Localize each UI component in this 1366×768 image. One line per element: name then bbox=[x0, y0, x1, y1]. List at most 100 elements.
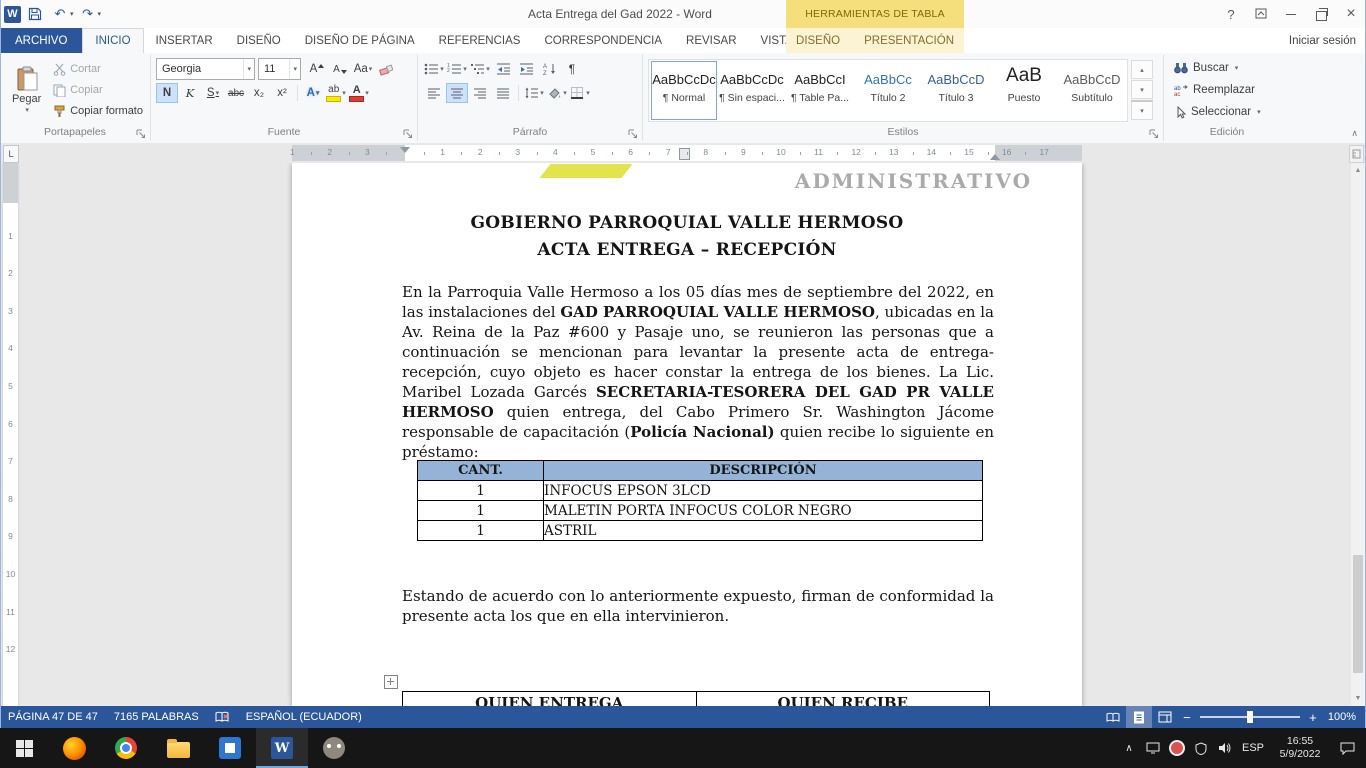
items-table[interactable]: CANT. DESCRIPCIÓN 1 INFOCUS EPSON 3LCD 1… bbox=[417, 460, 983, 541]
tab-selector[interactable]: L bbox=[3, 145, 19, 163]
qat-customize-icon[interactable]: ▾ bbox=[98, 10, 102, 18]
tab-insertar[interactable]: INSERTAR bbox=[144, 28, 225, 53]
show-paragraph-marks-button[interactable]: ¶ bbox=[561, 59, 583, 79]
redo-button[interactable]: ↷ bbox=[77, 3, 99, 25]
tab-revisar[interactable]: REVISAR bbox=[674, 28, 749, 53]
ribbon-display-options-button[interactable] bbox=[1246, 0, 1276, 28]
tray-app-icon[interactable] bbox=[1166, 734, 1188, 762]
vertical-scrollbar[interactable]: ▲ ▼ bbox=[1351, 163, 1365, 706]
align-right-button[interactable] bbox=[469, 83, 491, 103]
tab-archivo[interactable]: ARCHIVO bbox=[0, 28, 82, 53]
sign-in-link[interactable]: Iniciar sesión bbox=[1289, 28, 1356, 53]
print-layout-button[interactable] bbox=[1126, 706, 1152, 728]
line-spacing-button[interactable]: ▾ bbox=[523, 83, 545, 103]
styles-scroll-up-button[interactable]: ▴ bbox=[1131, 60, 1153, 79]
grow-font-button[interactable]: A bbox=[306, 59, 328, 79]
font-name-combobox[interactable]: Georgia ▾ bbox=[156, 58, 255, 80]
tab-referencias[interactable]: REFERENCIAS bbox=[427, 28, 533, 53]
clipboard-dialog-launcher[interactable] bbox=[136, 129, 147, 140]
font-size-combobox[interactable]: 11 ▾ bbox=[258, 58, 301, 80]
tray-display-icon[interactable] bbox=[1142, 734, 1164, 762]
zoom-out-button[interactable]: − bbox=[1178, 706, 1196, 728]
read-mode-button[interactable] bbox=[1100, 706, 1126, 728]
cut-button[interactable]: Cortar bbox=[50, 59, 146, 79]
find-button[interactable]: Buscar ▾ bbox=[1169, 58, 1266, 78]
zoom-slider-handle[interactable] bbox=[1247, 711, 1253, 723]
paragraph-dialog-launcher[interactable] bbox=[628, 129, 639, 140]
taskbar-chrome-button[interactable] bbox=[100, 728, 152, 768]
close-button[interactable]: × bbox=[1336, 0, 1366, 28]
help-button[interactable]: ? bbox=[1216, 0, 1246, 28]
justify-button[interactable] bbox=[492, 83, 514, 103]
strikethrough-button[interactable]: abc bbox=[225, 83, 247, 103]
font-dialog-launcher[interactable] bbox=[403, 129, 414, 140]
taskbar-word-button[interactable]: W bbox=[256, 728, 308, 768]
document-page[interactable]: ADMINISTRATIVO GOBIERNO PARROQUIAL VALLE… bbox=[292, 163, 1082, 706]
style-item-subtitle[interactable]: AaBbCcD Subtítulo bbox=[1059, 61, 1125, 120]
paste-button[interactable]: Pegar ▾ bbox=[5, 56, 48, 124]
styles-more-button[interactable]: ▾ bbox=[1131, 100, 1153, 120]
word-count[interactable]: 7165 PALABRAS bbox=[106, 706, 207, 728]
tray-expand-button[interactable]: ∧ bbox=[1118, 734, 1140, 762]
zoom-slider[interactable] bbox=[1200, 716, 1300, 718]
superscript-button[interactable]: x² bbox=[271, 83, 293, 103]
borders-button[interactable]: ▾ bbox=[569, 83, 591, 103]
taskbar-clock[interactable]: 16:55 5/9/2022 bbox=[1270, 735, 1330, 761]
vertical-ruler[interactable]: 123456789101112 bbox=[3, 163, 18, 706]
tab-diseno[interactable]: DISEÑO bbox=[225, 28, 293, 53]
zoom-in-button[interactable]: + bbox=[1304, 706, 1322, 728]
style-item-no-spacing[interactable]: AaBbCcDc ¶ Sin espaci... bbox=[719, 61, 785, 120]
select-button[interactable]: Seleccionar ▾ bbox=[1169, 102, 1266, 122]
text-effects-button[interactable]: A▾ bbox=[302, 83, 324, 103]
proofing-status[interactable] bbox=[207, 706, 238, 728]
underline-button[interactable]: S▾ bbox=[202, 83, 224, 103]
page-indicator[interactable]: PÁGINA 47 DE 47 bbox=[0, 706, 106, 728]
scrollbar-thumb[interactable] bbox=[1353, 555, 1363, 673]
collapse-ribbon-button[interactable]: ∧ bbox=[1351, 128, 1358, 139]
tray-volume-icon[interactable] bbox=[1214, 734, 1236, 762]
horizontal-ruler[interactable]: L 3211234567891011121314151617 bbox=[0, 143, 1366, 163]
bullets-button[interactable]: ▾ bbox=[423, 59, 445, 79]
shading-button[interactable]: ▾ bbox=[546, 83, 568, 103]
taskbar-gimp-button[interactable] bbox=[308, 728, 360, 768]
scroll-down-button[interactable]: ▼ bbox=[1351, 691, 1365, 706]
shrink-font-button[interactable]: A bbox=[329, 59, 351, 79]
align-center-button[interactable] bbox=[446, 83, 468, 103]
restore-button[interactable] bbox=[1306, 0, 1336, 28]
zoom-level[interactable]: 100% bbox=[1322, 711, 1366, 723]
style-item-heading3[interactable]: AaBbCcD Título 3 bbox=[923, 61, 989, 120]
format-painter-button[interactable]: Copiar formato bbox=[50, 101, 146, 121]
increase-indent-button[interactable] bbox=[515, 59, 537, 79]
start-button[interactable] bbox=[0, 728, 48, 768]
subscript-button[interactable]: x₂ bbox=[248, 83, 270, 103]
italic-button[interactable]: K bbox=[179, 83, 201, 103]
numbering-button[interactable]: 12▾ bbox=[446, 59, 468, 79]
style-item-normal[interactable]: AaBbCcDc ¶ Normal bbox=[651, 61, 717, 120]
right-indent-marker[interactable] bbox=[990, 154, 1000, 160]
tray-shield-icon[interactable] bbox=[1190, 734, 1212, 762]
style-item-heading2[interactable]: AaBbCc Título 2 bbox=[855, 61, 921, 120]
taskbar-firefox-button[interactable] bbox=[48, 728, 100, 768]
keyboard-language[interactable]: ESP bbox=[1238, 734, 1268, 762]
action-center-button[interactable] bbox=[1332, 734, 1362, 762]
styles-scroll-down-button[interactable]: ▾ bbox=[1131, 80, 1153, 99]
bold-button[interactable]: N bbox=[156, 83, 178, 103]
font-color-button[interactable]: A▾ bbox=[348, 83, 370, 103]
table-column-marker[interactable] bbox=[679, 148, 690, 160]
first-line-indent-marker[interactable] bbox=[400, 147, 410, 153]
clear-formatting-button[interactable] bbox=[375, 59, 397, 79]
multilevel-list-button[interactable]: ▾ bbox=[469, 59, 491, 79]
style-item-table-paragraph[interactable]: AaBbCcI ¶ Table Pa... bbox=[787, 61, 853, 120]
undo-button[interactable]: ↶ bbox=[49, 3, 71, 25]
web-layout-button[interactable] bbox=[1152, 706, 1178, 728]
tab-diseno-de-pagina[interactable]: DISEÑO DE PÁGINA bbox=[293, 28, 427, 53]
save-button[interactable] bbox=[24, 3, 46, 25]
taskbar-app-button[interactable] bbox=[204, 728, 256, 768]
align-left-button[interactable] bbox=[423, 83, 445, 103]
tab-table-presentacion[interactable]: PRESENTACIÓN bbox=[852, 28, 966, 53]
taskbar-explorer-button[interactable] bbox=[152, 728, 204, 768]
table-move-handle[interactable] bbox=[384, 675, 398, 689]
undo-dropdown-icon[interactable]: ▾ bbox=[70, 10, 74, 18]
replace-button[interactable]: abac Reemplazar bbox=[1169, 80, 1266, 100]
signature-table[interactable]: QUIEN ENTREGA QUIEN RECIBE bbox=[402, 691, 990, 706]
